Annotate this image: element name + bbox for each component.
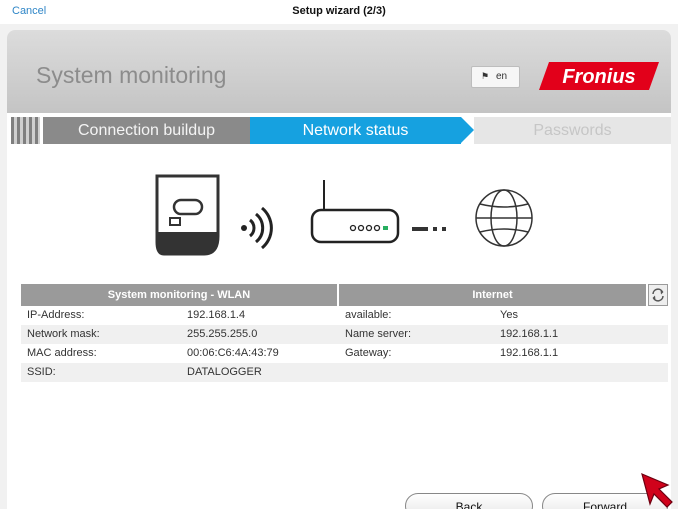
wizard-title: Setup wizard (2/3) — [292, 5, 386, 17]
table-row: Network mask: 255.255.255.0 Name server:… — [21, 325, 668, 344]
wlan-label: MAC address: — [27, 347, 97, 359]
wlan-value: 255.255.255.0 — [187, 328, 258, 340]
page-title: System monitoring — [36, 62, 227, 88]
wizard-panel: System monitoring ⚑ en Fronius Connectio… — [7, 30, 671, 509]
step-passwords: Passwords — [474, 117, 671, 144]
wlan-label: SSID: — [27, 366, 56, 378]
step-network-status: Network status — [250, 117, 461, 144]
internet-value: Yes — [500, 309, 518, 321]
wlan-value: DATALOGGER — [187, 366, 262, 378]
language-selector[interactable]: ⚑ en — [471, 66, 520, 88]
wizard-steps: Connection buildup Network status Passwo… — [7, 117, 671, 144]
progress-stripes — [11, 117, 40, 144]
refresh-button[interactable] — [648, 284, 668, 306]
active-step-arrow — [461, 117, 474, 143]
back-button[interactable]: Back — [405, 493, 533, 509]
table-row: SSID: DATALOGGER — [21, 363, 668, 382]
wlan-value: 00:06:C6:4A:43:79 — [187, 347, 279, 359]
internet-label: Name server: — [345, 328, 412, 340]
pointer-arrow-icon — [641, 472, 673, 508]
table-row: IP-Address: 192.168.1.4 available: Yes — [21, 306, 668, 325]
step-connection-buildup: Connection buildup — [43, 117, 250, 144]
internet-value: 192.168.1.1 — [500, 347, 559, 359]
inverter-icon — [155, 174, 220, 256]
internet-header: Internet — [339, 284, 646, 306]
language-label: en — [496, 71, 508, 82]
wifi-signal-icon — [241, 206, 273, 250]
refresh-icon — [652, 288, 664, 302]
internet-label: Gateway: — [345, 347, 392, 359]
logo-text: Fronius — [562, 66, 635, 88]
internet-label — [339, 363, 494, 382]
table-row: MAC address: 00:06:C6:4A:43:79 Gateway: … — [21, 344, 668, 363]
globe-icon — [475, 189, 533, 247]
wlan-header: System monitoring - WLAN — [21, 284, 337, 306]
top-bar: Cancel Setup wizard (2/3) — [0, 0, 678, 25]
fronius-logo: Fronius — [539, 62, 659, 90]
internet-value — [494, 363, 646, 382]
internet-label: available: — [345, 309, 392, 321]
router-icon — [310, 180, 400, 244]
flag-icon: ⚑ — [481, 71, 490, 81]
wlan-value: 192.168.1.4 — [187, 309, 246, 321]
wlan-label: Network mask: — [27, 328, 100, 340]
connection-illustration — [155, 174, 533, 256]
wlan-label: IP-Address: — [27, 309, 85, 321]
connection-dots-icon — [412, 227, 446, 231]
panel-header: System monitoring ⚑ en Fronius — [7, 30, 671, 113]
internet-value: 192.168.1.1 — [500, 328, 559, 340]
